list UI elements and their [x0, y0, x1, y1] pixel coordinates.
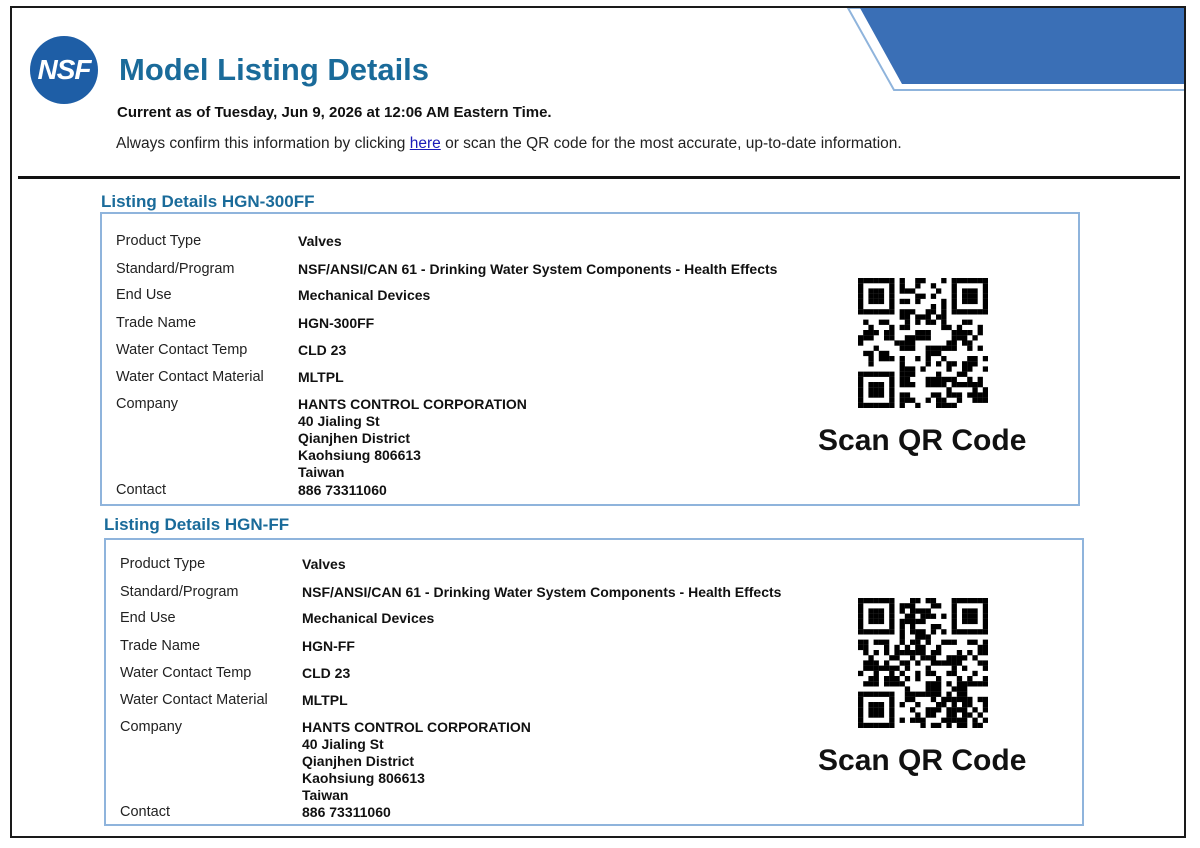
- document-page: NSF Model Listing Details Current as of …: [10, 6, 1186, 838]
- value-end-use: Mechanical Devices: [302, 610, 435, 626]
- header-divider: [18, 176, 1180, 179]
- company-line: Qianjhen District: [298, 430, 411, 446]
- label-product-type: Product Type: [116, 233, 202, 249]
- company-line: Kaohsiung 806613: [298, 447, 421, 463]
- label-contact: Contact: [116, 482, 166, 498]
- listing-card: Product Type Valves Standard/Program NSF…: [104, 538, 1084, 826]
- label-end-use: End Use: [120, 610, 176, 626]
- label-water-contact-material: Water Contact Material: [120, 692, 268, 708]
- label-standard: Standard/Program: [116, 261, 235, 277]
- label-end-use: End Use: [116, 287, 172, 303]
- company-line: Taiwan: [302, 787, 349, 803]
- label-trade-name: Trade Name: [120, 638, 201, 654]
- page-title: Model Listing Details: [119, 52, 430, 87]
- listing-heading: Listing Details HGN-300FF: [101, 192, 315, 211]
- value-water-contact-temp: CLD 23: [302, 665, 351, 681]
- label-standard: Standard/Program: [120, 584, 239, 600]
- company-line: Qianjhen District: [302, 753, 415, 769]
- scan-qr-caption: Scan QR Code: [818, 424, 1027, 457]
- confirm-prefix: Always confirm this information by click…: [116, 135, 410, 152]
- label-water-contact-temp: Water Contact Temp: [116, 342, 248, 358]
- value-contact: 886 73311060: [298, 482, 387, 498]
- company-line: 40 Jialing St: [302, 736, 384, 752]
- label-contact: Contact: [120, 804, 170, 820]
- label-water-contact-temp: Water Contact Temp: [120, 665, 252, 681]
- nsf-logo-text: NSF: [37, 54, 92, 85]
- value-product-type: Valves: [298, 233, 342, 249]
- label-water-contact-material: Water Contact Material: [116, 369, 264, 385]
- label-company: Company: [116, 396, 179, 412]
- nsf-logo: NSF: [30, 36, 98, 104]
- value-company-address: HANTS CONTROL CORPORATION 40 Jialing St …: [298, 396, 527, 481]
- value-company-address: HANTS CONTROL CORPORATION 40 Jialing St …: [302, 719, 531, 804]
- value-product-type: Valves: [302, 556, 346, 572]
- company-line: 40 Jialing St: [298, 413, 380, 429]
- label-trade-name: Trade Name: [116, 315, 197, 331]
- value-standard: NSF/ANSI/CAN 61 - Drinking Water System …: [302, 584, 782, 600]
- value-water-contact-temp: CLD 23: [298, 342, 347, 358]
- here-link[interactable]: here: [410, 135, 441, 152]
- listing-card: Product Type Valves Standard/Program NSF…: [100, 212, 1080, 506]
- current-as-of: Current as of Tuesday, Jun 9, 2026 at 12…: [117, 104, 552, 121]
- company-line: Kaohsiung 806613: [302, 770, 425, 786]
- company-line: HANTS CONTROL CORPORATION: [298, 396, 527, 412]
- confirm-suffix: or scan the QR code for the most accurat…: [440, 135, 902, 152]
- label-product-type: Product Type: [120, 556, 206, 572]
- value-water-contact-material: MLTPL: [298, 369, 344, 385]
- scan-qr-caption: Scan QR Code: [818, 744, 1027, 777]
- qr-code[interactable]: [858, 598, 988, 728]
- confirm-instructions: Always confirm this information by click…: [116, 135, 902, 153]
- value-end-use: Mechanical Devices: [298, 287, 431, 303]
- company-line: HANTS CONTROL CORPORATION: [302, 719, 531, 735]
- value-trade-name: HGN-FF: [302, 638, 355, 654]
- banner-fill: [860, 8, 1184, 84]
- label-company: Company: [120, 719, 183, 735]
- listing-heading: Listing Details HGN-FF: [104, 515, 290, 534]
- qr-code[interactable]: [858, 278, 988, 408]
- value-trade-name: HGN-300FF: [298, 315, 375, 331]
- value-standard: NSF/ANSI/CAN 61 - Drinking Water System …: [298, 261, 778, 277]
- value-water-contact-material: MLTPL: [302, 692, 348, 708]
- value-contact: 886 73311060: [302, 804, 391, 820]
- company-line: Taiwan: [298, 464, 345, 480]
